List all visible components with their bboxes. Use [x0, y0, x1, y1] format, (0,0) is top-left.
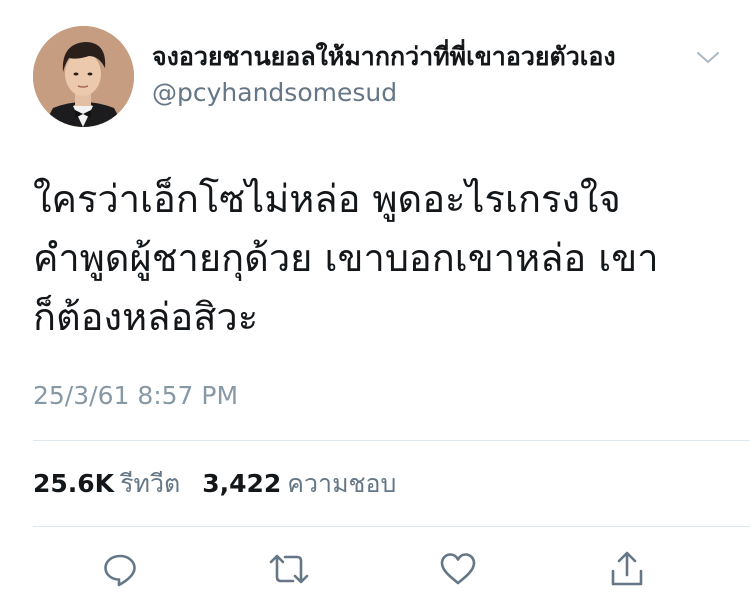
retweet-icon: [269, 554, 309, 584]
retweets-count: 25.6K: [33, 469, 115, 498]
divider: [33, 440, 750, 441]
reply-icon: [104, 554, 136, 587]
retweets-label: รีทวีต: [120, 469, 181, 498]
likes-label: ความชอบ: [287, 469, 397, 498]
retweet-button[interactable]: [267, 547, 311, 591]
avatar-photo: [33, 26, 134, 127]
tweet-text: ใครว่าเอ็กโซไม่หล่อ พูดอะไรเกรงใจ คำพูดผ…: [33, 170, 723, 347]
share-button[interactable]: [605, 547, 649, 591]
likes-stat[interactable]: 3,422 ความชอบ: [202, 469, 410, 498]
display-name[interactable]: จงอวยชานยอลให้มากกว่าที่พี่เขาอวยตัวเอง: [152, 40, 616, 74]
username-handle[interactable]: @pcyhandsomesud: [152, 76, 397, 110]
chevron-down-icon[interactable]: [694, 48, 722, 68]
likes-count: 3,422: [202, 469, 282, 498]
tweet-text-line: ใครว่าเอ็กโซไม่หล่อ พูดอะไรเกรงใจ: [33, 177, 621, 221]
reply-button[interactable]: [98, 547, 142, 591]
tweet-text-line: คำพูดผู้ชายกุด้วย เขาบอกเขาหล่อ เขา: [33, 236, 659, 280]
divider: [33, 526, 750, 527]
share-icon: [611, 551, 643, 586]
timestamp[interactable]: 25/3/61 8:57 PM: [33, 378, 238, 414]
retweets-stat[interactable]: 25.6K รีทวีต: [33, 469, 202, 498]
tweet-stats: 25.6K รีทวีต 3,422 ความชอบ: [33, 466, 410, 502]
heart-icon: [440, 553, 476, 585]
tweet-text-line: ก็ต้องหล่อสิวะ: [33, 295, 259, 339]
tweet: จงอวยชานยอลให้มากกว่าที่พี่เขาอวยตัวเอง …: [0, 0, 750, 613]
avatar[interactable]: [33, 26, 134, 127]
like-button[interactable]: [436, 547, 480, 591]
